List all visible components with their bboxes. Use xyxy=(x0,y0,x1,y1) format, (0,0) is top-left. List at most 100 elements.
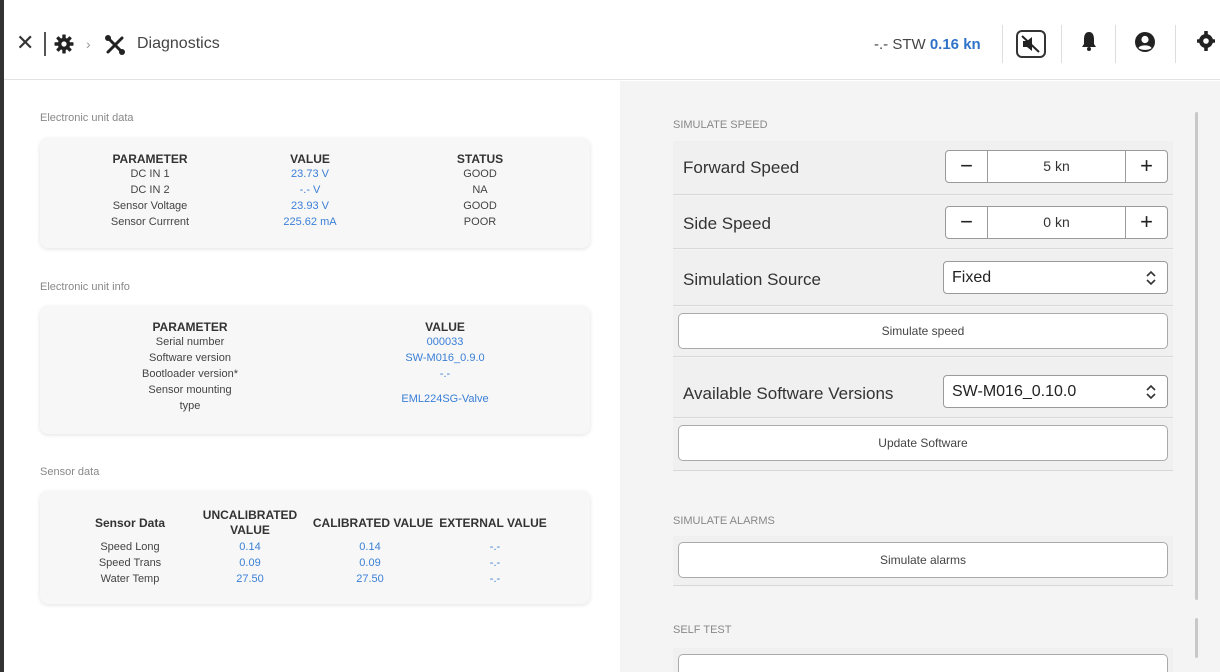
col-header-uncalibrated: UNCALIBRATED xyxy=(202,508,298,522)
software-versions-row: Available Software Versions SW-M016_0.10… xyxy=(673,358,1173,418)
app-header: ✕ › Diagnostics -.- STW 0.16 kn xyxy=(0,0,1220,80)
decrement-button[interactable]: − xyxy=(946,207,988,238)
user-account-icon[interactable] xyxy=(1133,30,1157,59)
window-edge xyxy=(0,0,4,672)
scrollbar[interactable] xyxy=(1195,112,1198,600)
unit-info-card: PARAMETER VALUE Serial number 000033 Sof… xyxy=(40,306,590,434)
param-name: Sensor mounting xyxy=(148,384,232,396)
sensor-uncal-value: 27.50 xyxy=(236,573,264,585)
param-value: 23.93 V xyxy=(291,200,329,212)
param-name-wrap: type xyxy=(179,400,201,412)
param-status: POOR xyxy=(463,216,497,228)
sensor-name: Speed Long xyxy=(100,541,160,553)
settings-gear-icon[interactable] xyxy=(54,34,74,59)
sensor-ext-value: -.- xyxy=(489,541,501,553)
sensor-name: Speed Trans xyxy=(98,557,162,569)
col-header-parameter: PARAMETER xyxy=(152,320,228,334)
speaker-muted-icon xyxy=(1021,35,1040,53)
software-versions-select[interactable]: SW-M016_0.10.0 xyxy=(943,375,1168,408)
param-value: SW-M016_0.9.0 xyxy=(405,352,485,364)
unit-data-card: PARAMETER VALUE STATUS DC IN 1 23.73 V G… xyxy=(40,138,590,248)
simulation-source-select[interactable]: Fixed xyxy=(943,261,1168,294)
param-status: NA xyxy=(472,184,488,196)
sensor-ext-value: -.- xyxy=(489,573,501,585)
param-name: Bootloader version* xyxy=(141,368,238,380)
param-status: GOOD xyxy=(463,168,497,180)
simulate-alarms-button[interactable]: Simulate alarms xyxy=(678,542,1168,578)
sensor-ext-value: -.- xyxy=(489,557,501,569)
forward-speed-value[interactable]: 5 kn xyxy=(988,151,1125,182)
param-value: 225.62 mA xyxy=(283,216,337,228)
param-name: Serial number xyxy=(155,336,225,348)
param-name: Sensor Voltage xyxy=(112,200,188,212)
select-updown-icon xyxy=(1146,384,1156,400)
param-status: GOOD xyxy=(463,200,497,212)
stw-value: 0.16 kn xyxy=(929,36,981,53)
forward-speed-stepper: − 5 kn + xyxy=(945,150,1168,183)
sensor-cal-value: 0.09 xyxy=(359,557,381,569)
side-speed-stepper: − 0 kn + xyxy=(945,206,1168,239)
sensor-uncal-value: 0.09 xyxy=(239,557,261,569)
close-icon[interactable]: ✕ xyxy=(16,32,34,54)
col-header-calibrated: CALIBRATED VALUE xyxy=(312,516,434,530)
col-header-value: VALUE xyxy=(290,152,330,166)
col-header-uncalibrated-wrap: VALUE xyxy=(230,523,270,537)
side-speed-row: Side Speed − 0 kn + xyxy=(673,196,1173,249)
software-versions-label: Available Software Versions xyxy=(683,384,894,403)
stw-label: -.- STW xyxy=(874,36,926,53)
forward-speed-row: Forward Speed − 5 kn + xyxy=(673,141,1173,195)
header-divider xyxy=(1115,25,1116,63)
param-value: -.- V xyxy=(299,184,321,196)
col-header-sensor-data: Sensor Data xyxy=(94,516,166,530)
param-name: Sensor Currrent xyxy=(110,216,190,228)
sensor-data-card: Sensor Data UNCALIBRATED VALUE CALIBRATE… xyxy=(40,491,590,604)
section-label-sensor-data: Sensor data xyxy=(40,466,100,478)
bell-icon[interactable] xyxy=(1080,30,1098,57)
section-label-unit-info: Electronic unit info xyxy=(40,281,130,293)
simulation-source-value: Fixed xyxy=(952,269,992,286)
mute-button[interactable] xyxy=(1016,30,1046,58)
side-speed-label: Side Speed xyxy=(683,214,771,233)
col-header-parameter: PARAMETER xyxy=(112,152,188,166)
software-versions-value: SW-M016_0.10.0 xyxy=(952,383,1077,400)
decrement-button[interactable]: − xyxy=(946,151,988,182)
header-divider xyxy=(44,32,46,56)
section-label-unit-data: Electronic unit data xyxy=(40,112,134,124)
sensor-cal-value: 27.50 xyxy=(356,573,384,585)
scrollbar-track-lower xyxy=(1195,618,1198,658)
stw-readout: -.- STW 0.16 kn xyxy=(874,36,981,53)
param-name: DC IN 1 xyxy=(130,168,170,180)
param-name: DC IN 2 xyxy=(130,184,170,196)
sensor-name: Water Temp xyxy=(100,573,160,585)
header-divider xyxy=(1175,25,1176,63)
sensor-cal-value: 0.14 xyxy=(359,541,381,553)
section-label-simulate-speed: SIMULATE SPEED xyxy=(673,119,768,131)
increment-button[interactable]: + xyxy=(1125,207,1167,238)
header-divider xyxy=(1002,25,1003,63)
param-value: -.- xyxy=(439,368,451,380)
param-value: 000033 xyxy=(426,336,464,348)
simulation-source-row: Simulation Source Fixed xyxy=(673,250,1173,306)
header-divider xyxy=(1061,25,1062,63)
increment-button[interactable]: + xyxy=(1125,151,1167,182)
simulation-source-label: Simulation Source xyxy=(683,270,821,289)
simulate-speed-button[interactable]: Simulate speed xyxy=(678,313,1168,349)
select-updown-icon xyxy=(1146,270,1156,286)
update-software-button[interactable]: Update Software xyxy=(678,425,1168,461)
param-value: 23.73 V xyxy=(291,168,329,180)
settings-cog-icon[interactable] xyxy=(1196,30,1216,57)
breadcrumb-chevron-icon: › xyxy=(86,36,91,52)
param-value: EML224SG-Valve xyxy=(401,393,489,405)
self-test-button[interactable] xyxy=(678,654,1168,672)
col-header-status: STATUS xyxy=(456,152,504,166)
page-title: Diagnostics xyxy=(137,35,220,52)
section-label-self-test: SELF TEST xyxy=(673,624,732,636)
diagnostics-icon xyxy=(103,33,127,62)
forward-speed-label: Forward Speed xyxy=(683,158,800,177)
sensor-uncal-value: 0.14 xyxy=(239,541,261,553)
section-label-simulate-alarms: SIMULATE ALARMS xyxy=(673,515,775,527)
side-speed-value[interactable]: 0 kn xyxy=(988,207,1125,238)
col-header-external: EXTERNAL VALUE xyxy=(439,516,547,530)
col-header-value: VALUE xyxy=(425,320,465,334)
param-name: Software version xyxy=(149,352,231,364)
